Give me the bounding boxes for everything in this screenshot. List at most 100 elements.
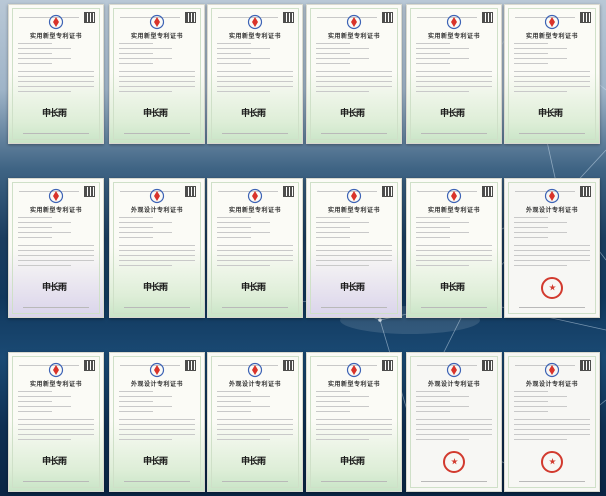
certificate-footer-line xyxy=(421,481,487,482)
certificate-title: 实用新型专利证书 xyxy=(327,381,380,388)
certificate-body-text xyxy=(18,391,94,444)
qr-code-icon xyxy=(84,360,95,371)
certificate-title: 实用新型专利证书 xyxy=(29,381,82,388)
patent-certificate: 外观设计专利证书 xyxy=(504,352,600,492)
patent-office-emblem-icon xyxy=(149,362,165,378)
patent-office-emblem-icon xyxy=(346,188,362,204)
patent-office-emblem-icon xyxy=(247,188,263,204)
certificate-title: 实用新型专利证书 xyxy=(427,33,480,40)
director-signature: 申长雨 xyxy=(143,457,168,467)
certificate-body-text xyxy=(119,43,195,96)
certificate-footer-line xyxy=(222,481,288,482)
patent-certificate: 实用新型专利证书 申长雨 xyxy=(306,4,402,144)
certificate-body-text xyxy=(119,217,195,270)
qr-code-icon xyxy=(283,360,294,371)
certificate-title: 实用新型专利证书 xyxy=(327,207,380,214)
patent-certificate: 实用新型专利证书 申长雨 xyxy=(207,178,303,318)
patent-office-emblem-icon xyxy=(48,188,64,204)
qr-code-icon xyxy=(84,12,95,23)
qr-code-icon xyxy=(185,186,196,197)
patent-office-emblem-icon xyxy=(149,14,165,30)
certificate-footer-line xyxy=(222,307,288,308)
patent-office-emblem-icon xyxy=(247,14,263,30)
patent-office-emblem-icon xyxy=(48,14,64,30)
certificate-title: 实用新型专利证书 xyxy=(29,207,82,214)
red-seal-stamp-icon xyxy=(541,451,563,473)
patent-certificate: 外观设计专利证书 申长雨 xyxy=(207,352,303,492)
certificate-title: 外观设计专利证书 xyxy=(228,381,281,388)
patent-certificate: 实用新型专利证书 申长雨 xyxy=(504,4,600,144)
certificate-body-text xyxy=(316,43,392,96)
certificate-footer-line xyxy=(23,133,89,134)
qr-code-icon xyxy=(482,12,493,23)
director-signature: 申长雨 xyxy=(42,457,67,467)
patent-office-emblem-icon xyxy=(544,188,560,204)
director-signature: 申长雨 xyxy=(241,283,266,293)
qr-code-icon xyxy=(185,12,196,23)
certificate-footer-line xyxy=(23,481,89,482)
certificate-footer-line xyxy=(321,481,387,482)
qr-code-icon xyxy=(482,360,493,371)
certificate-body-text xyxy=(416,217,492,270)
qr-code-icon xyxy=(283,186,294,197)
certificate-title: 外观设计专利证书 xyxy=(525,381,578,388)
certificate-body-text xyxy=(217,217,293,270)
certificate-body-text xyxy=(316,391,392,444)
certificate-row: 实用新型专利证书 申长雨 实用新型专利证书 申长雨 实用新型专利证书 申长雨 实用新型专利证… xyxy=(0,4,606,144)
patent-office-emblem-icon xyxy=(446,14,462,30)
director-signature: 申长雨 xyxy=(340,109,365,119)
patent-certificate: 外观设计专利证书 xyxy=(504,178,600,318)
certificate-title: 外观设计专利证书 xyxy=(427,381,480,388)
director-signature: 申长雨 xyxy=(538,109,563,119)
patent-certificate: 外观设计专利证书 申长雨 xyxy=(109,352,205,492)
qr-code-icon xyxy=(283,12,294,23)
certificate-title: 实用新型专利证书 xyxy=(525,33,578,40)
patent-office-emblem-icon xyxy=(247,362,263,378)
patent-certificate: 实用新型专利证书 申长雨 xyxy=(406,178,502,318)
certificate-body-text xyxy=(217,43,293,96)
certificate-body-text xyxy=(316,217,392,270)
patent-office-emblem-icon xyxy=(446,188,462,204)
certificate-body-text xyxy=(18,43,94,96)
patent-certificate: 实用新型专利证书 申长雨 xyxy=(109,4,205,144)
red-seal-stamp-icon xyxy=(443,451,465,473)
certificate-row: 实用新型专利证书 申长雨 外观设计专利证书 申长雨 实用新型专利证书 申长雨 实用新型专利证… xyxy=(0,178,606,318)
certificate-title: 外观设计专利证书 xyxy=(130,207,183,214)
red-seal-stamp-icon xyxy=(541,277,563,299)
director-signature: 申长雨 xyxy=(440,283,465,293)
certificate-footer-line xyxy=(222,133,288,134)
qr-code-icon xyxy=(382,360,393,371)
patent-office-emblem-icon xyxy=(149,188,165,204)
patent-office-emblem-icon xyxy=(346,14,362,30)
qr-code-icon xyxy=(382,186,393,197)
certificate-footer-line xyxy=(321,133,387,134)
patent-office-emblem-icon xyxy=(48,362,64,378)
patent-certificate: 实用新型专利证书 申长雨 xyxy=(8,4,104,144)
certificate-title: 外观设计专利证书 xyxy=(130,381,183,388)
patent-office-emblem-icon xyxy=(346,362,362,378)
certificate-body-text xyxy=(416,43,492,96)
patent-certificate: 实用新型专利证书 申长雨 xyxy=(306,352,402,492)
certificate-footer-line xyxy=(321,307,387,308)
patent-certificate: 实用新型专利证书 申长雨 xyxy=(8,178,104,318)
patent-office-emblem-icon xyxy=(544,14,560,30)
qr-code-icon xyxy=(580,360,591,371)
certificate-row: 实用新型专利证书 申长雨 外观设计专利证书 申长雨 外观设计专利证书 申长雨 实用新型专利证… xyxy=(0,352,606,492)
certificate-body-text xyxy=(416,391,492,444)
qr-code-icon xyxy=(185,360,196,371)
patent-certificate: 外观设计专利证书 xyxy=(406,352,502,492)
patent-office-emblem-icon xyxy=(446,362,462,378)
director-signature: 申长雨 xyxy=(340,283,365,293)
certificate-title: 实用新型专利证书 xyxy=(427,207,480,214)
certificate-footer-line xyxy=(421,133,487,134)
director-signature: 申长雨 xyxy=(143,109,168,119)
patent-certificate: 外观设计专利证书 申长雨 xyxy=(109,178,205,318)
certificate-body-text xyxy=(514,43,590,96)
qr-code-icon xyxy=(482,186,493,197)
certificate-title: 实用新型专利证书 xyxy=(327,33,380,40)
certificate-footer-line xyxy=(23,307,89,308)
certificate-body-text xyxy=(514,391,590,444)
qr-code-icon xyxy=(382,12,393,23)
qr-code-icon xyxy=(84,186,95,197)
certificate-footer-line xyxy=(519,307,585,308)
